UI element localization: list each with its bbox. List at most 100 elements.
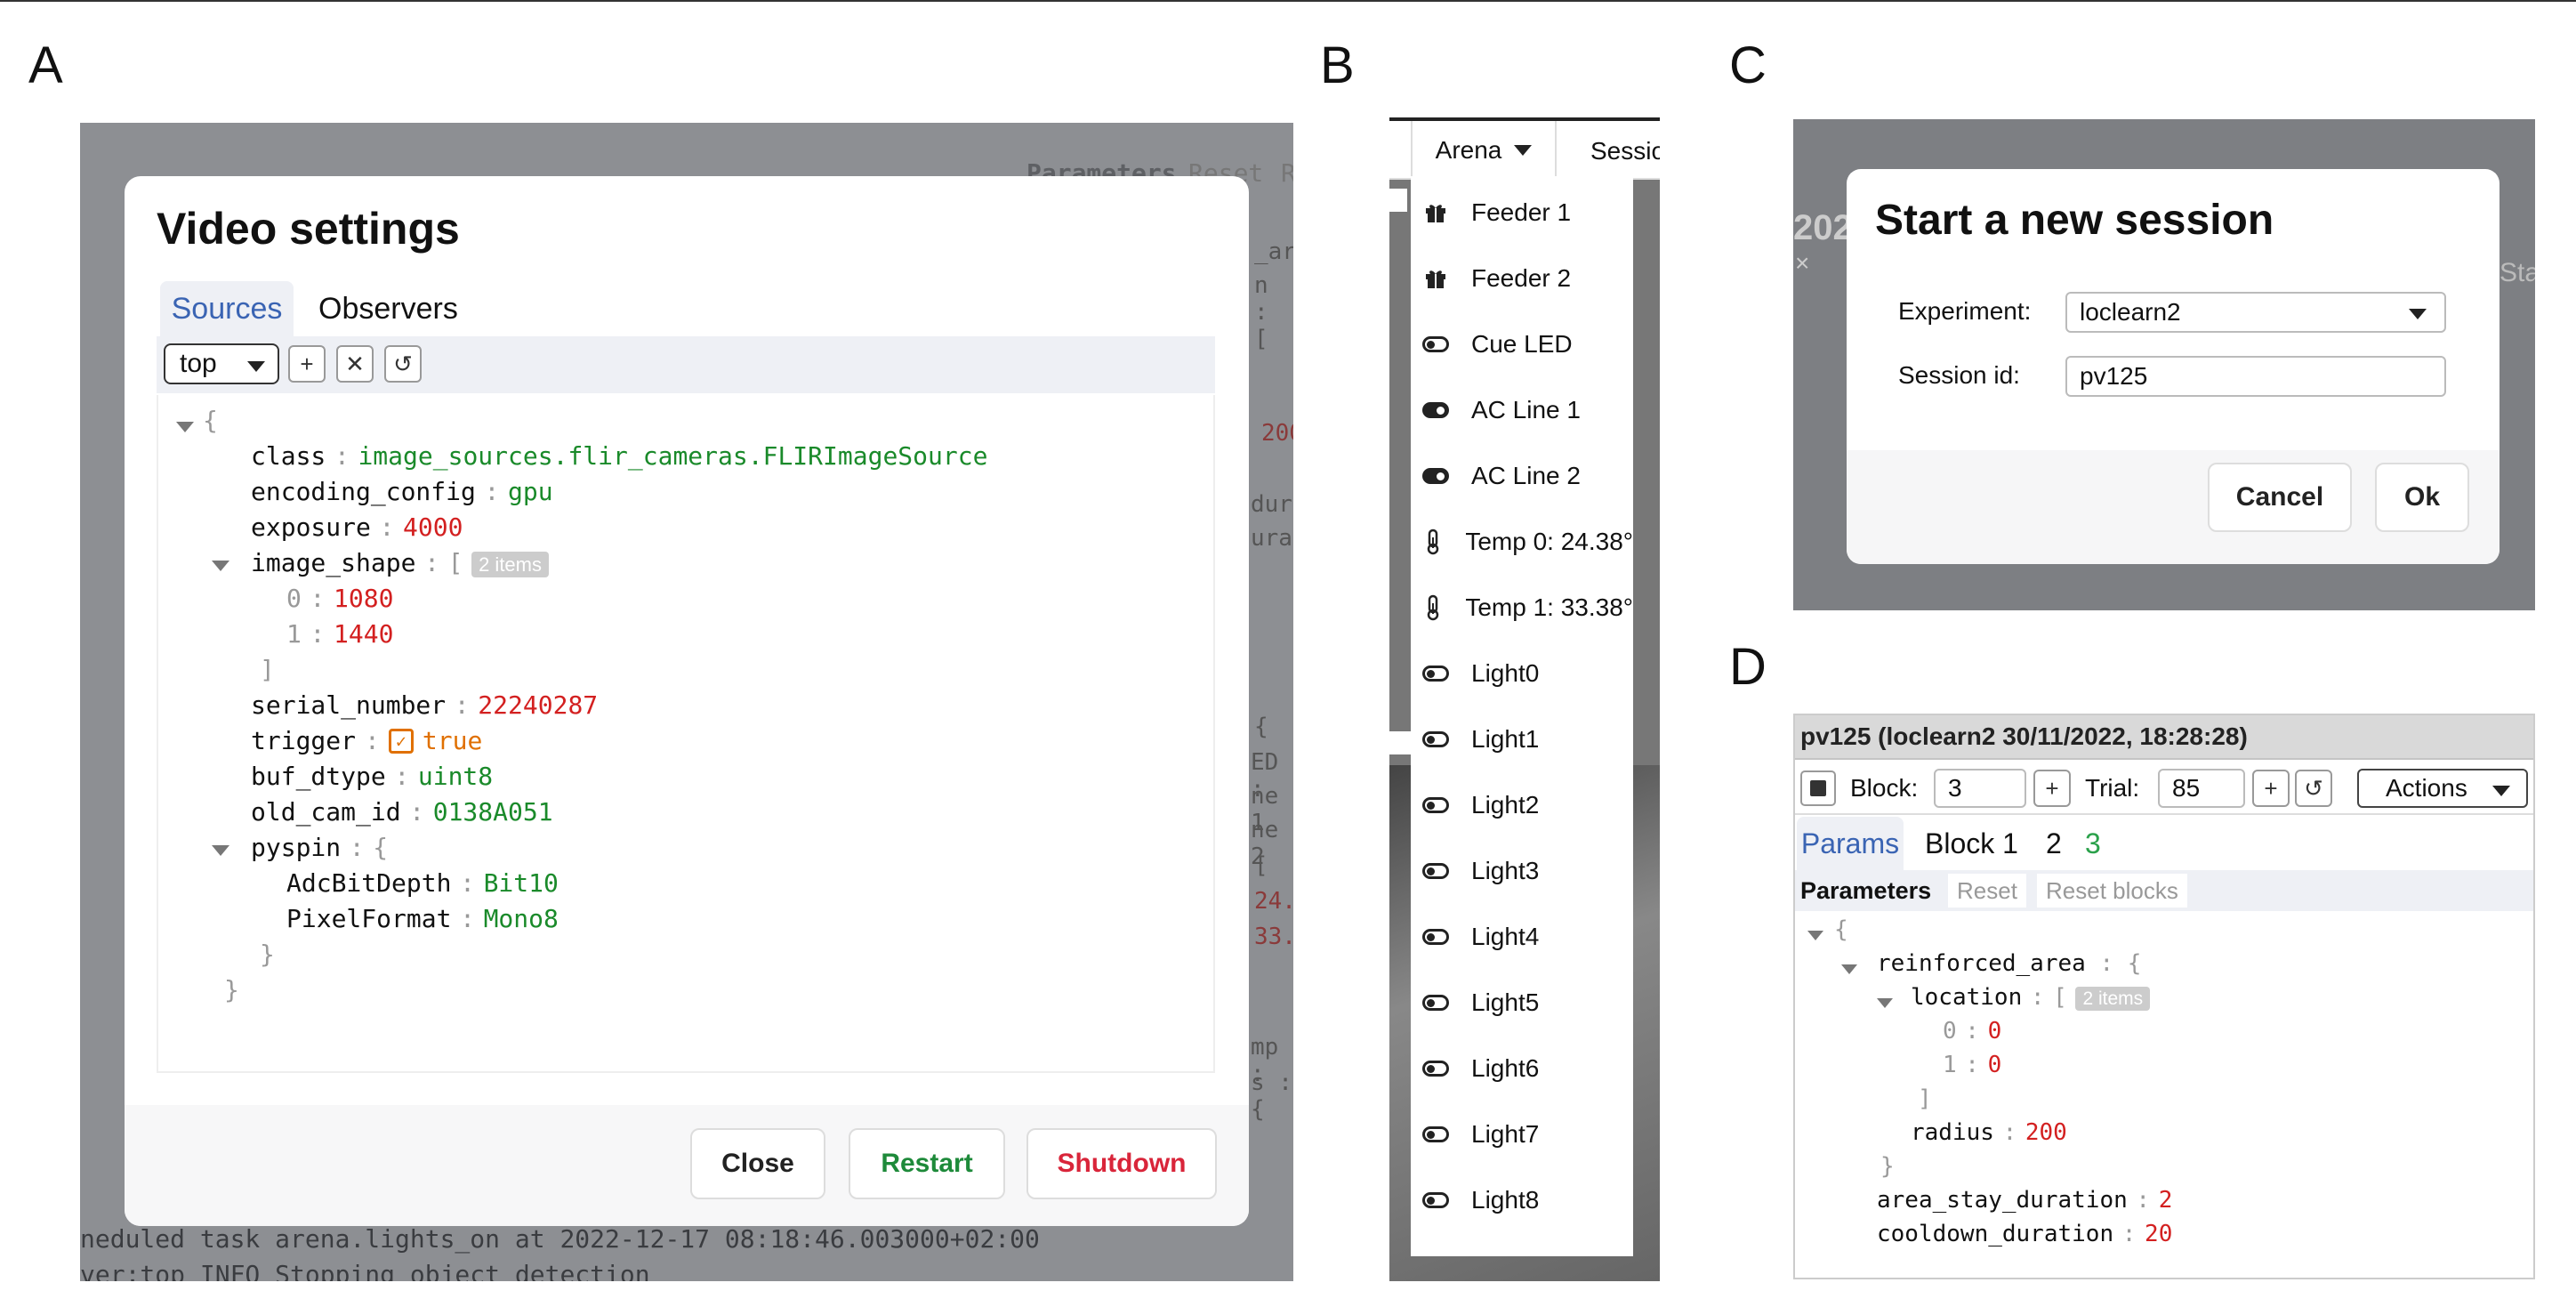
json-value[interactable]: 0 [1988, 1052, 2002, 1078]
json-value[interactable]: 4000 [403, 512, 463, 542]
next-trial-button[interactable]: + [2252, 770, 2290, 807]
menu-item[interactable]: Light5 [1411, 970, 1633, 1036]
json-value[interactable]: 200 [2025, 1119, 2067, 1146]
json-key: radius [1911, 1119, 1994, 1146]
collapse-root-icon[interactable] [1807, 931, 1823, 940]
gift-icon [1418, 201, 1453, 224]
json-bracket: [ [447, 548, 463, 577]
menu-item[interactable]: Feeder 2 [1411, 246, 1633, 311]
json-value[interactable]: Mono8 [484, 904, 559, 933]
stop-button[interactable] [1800, 770, 1836, 806]
reset-source-button[interactable]: ↺ [384, 345, 422, 383]
json-bracket-close: ] [1918, 1085, 1932, 1112]
plus-icon: + [2045, 774, 2059, 802]
json-value[interactable]: image_sources.flir_cameras.FLIRImageSour… [358, 441, 987, 471]
trial-input[interactable]: 85 [2158, 769, 2245, 808]
json-value[interactable]: 1080 [334, 584, 393, 613]
actions-menu-button[interactable]: Actions [2357, 769, 2528, 808]
menu-item[interactable]: Light8 [1411, 1167, 1633, 1233]
toggle-off-icon [1418, 1192, 1453, 1208]
bg-status: Sta [2500, 258, 2535, 287]
next-block-button[interactable]: + [2033, 770, 2071, 807]
bg-200: 200 [1261, 420, 1293, 447]
arena-dropdown-menu: Feeder 1 Feeder 2 Cue LED AC Line 1 AC Line … [1411, 176, 1633, 1256]
session-tab[interactable]: Sessio [1590, 137, 1660, 165]
menu-item[interactable]: Light4 [1411, 904, 1633, 970]
source-select[interactable]: top [164, 343, 279, 384]
menu-item[interactable]: Cue LED [1411, 311, 1633, 377]
json-value[interactable]: gpu [508, 477, 553, 506]
reset-blocks-button[interactable]: Reset blocks [2037, 874, 2187, 908]
menu-item-label: Light8 [1471, 1186, 1540, 1214]
json-brace: { [2127, 950, 2142, 977]
experiment-select[interactable]: loclearn2 [2065, 292, 2446, 333]
collapse-reinforced-icon[interactable] [1841, 964, 1857, 974]
json-value[interactable]: 0 [1988, 1018, 2002, 1045]
reset-button[interactable]: Reset [1948, 874, 2026, 908]
json-row-shape-1: 1 : 1440 [286, 619, 393, 649]
bg-s: s : { [1251, 1069, 1292, 1123]
menu-item[interactable]: Light2 [1411, 772, 1633, 838]
remove-source-button[interactable]: ✕ [336, 345, 374, 383]
tab-block-2[interactable]: 2 [2046, 827, 2062, 860]
menu-item[interactable]: Temp 0: 24.38° [1411, 509, 1633, 575]
parameters-tab[interactable]: Parameters [1800, 877, 1931, 905]
block-label: Block: [1850, 774, 1919, 802]
menu-item[interactable]: Light0 [1411, 641, 1633, 706]
menu-item[interactable]: Feeder 1 [1411, 180, 1633, 246]
cancel-button[interactable]: Cancel [2208, 463, 2352, 532]
session-id-label: Session id: [1898, 361, 2020, 389]
tab-params[interactable]: Params [1797, 817, 1904, 870]
arena-menu-button[interactable]: Arena [1411, 121, 1557, 180]
collapse-location-icon[interactable] [1877, 998, 1893, 1008]
menu-item[interactable]: Light7 [1411, 1101, 1633, 1167]
restart-button[interactable]: Restart [849, 1128, 1005, 1199]
toggle-off-icon [1418, 995, 1453, 1011]
block-input[interactable]: 3 [1934, 769, 2026, 808]
json-key: AdcBitDepth [286, 868, 452, 898]
json-value[interactable]: 20 [2145, 1221, 2172, 1247]
video-settings-modal: Video settings Sources Observers top + ✕… [125, 176, 1249, 1226]
json-value[interactable]: uint8 [418, 762, 493, 791]
json-value[interactable]: Bit10 [484, 868, 559, 898]
tab-observers[interactable]: Observers [318, 281, 458, 336]
tab-block-3[interactable]: 3 [2085, 827, 2101, 860]
add-source-button[interactable]: + [288, 345, 326, 383]
trial-label: Trial: [2085, 774, 2140, 802]
thermometer-icon [1418, 594, 1447, 621]
menu-item[interactable]: AC Line 2 [1411, 443, 1633, 509]
json-row-old-cam-id: old_cam_id : 0138A051 [251, 797, 553, 827]
menu-item[interactable]: AC Line 1 [1411, 377, 1633, 443]
json-row-pixel-format: PixelFormat : Mono8 [286, 904, 559, 933]
json-value[interactable]: 0138A051 [433, 797, 553, 827]
json-value[interactable]: 1440 [334, 619, 393, 649]
json-sep: : [310, 619, 326, 649]
root-open-brace: { [203, 406, 218, 435]
gift-icon [1418, 267, 1453, 290]
json-row-image-shape: image_shape : [ 2 items [251, 548, 549, 577]
close-button[interactable]: Close [690, 1128, 825, 1199]
tab-block-1[interactable]: Block 1 [1925, 827, 2018, 860]
json-value[interactable]: 22240287 [478, 690, 598, 720]
shutdown-button[interactable]: Shutdown [1026, 1128, 1217, 1199]
tab-sources[interactable]: Sources [160, 281, 294, 336]
modal-footer: Cancel Ok [1847, 450, 2500, 564]
checkbox-checked-icon[interactable]: ✓ [388, 728, 414, 754]
reset-trial-button[interactable]: ↺ [2295, 770, 2332, 807]
menu-item[interactable]: Light1 [1411, 706, 1633, 772]
session-id-input[interactable]: pv125 [2065, 356, 2446, 397]
json-value[interactable]: 2 [2159, 1187, 2173, 1214]
ok-button[interactable]: Ok [2375, 463, 2469, 532]
collapse-image-shape-icon[interactable] [212, 561, 229, 571]
json-row-radius: radius : 200 [1911, 1119, 2067, 1146]
json-brace-close: } [260, 940, 275, 969]
menu-item-label: Light5 [1471, 988, 1540, 1016]
menu-item[interactable]: Light3 [1411, 838, 1633, 904]
items-count-badge: 2 items [471, 552, 549, 577]
json-row-location-0: 0 : 0 [1943, 1018, 2001, 1045]
collapse-root-icon[interactable] [176, 422, 194, 432]
menu-item[interactable]: Temp 1: 33.38° [1411, 575, 1633, 641]
collapse-pyspin-icon[interactable] [212, 845, 229, 856]
menu-item[interactable]: Light6 [1411, 1036, 1633, 1101]
toggle-off-icon [1418, 336, 1453, 352]
